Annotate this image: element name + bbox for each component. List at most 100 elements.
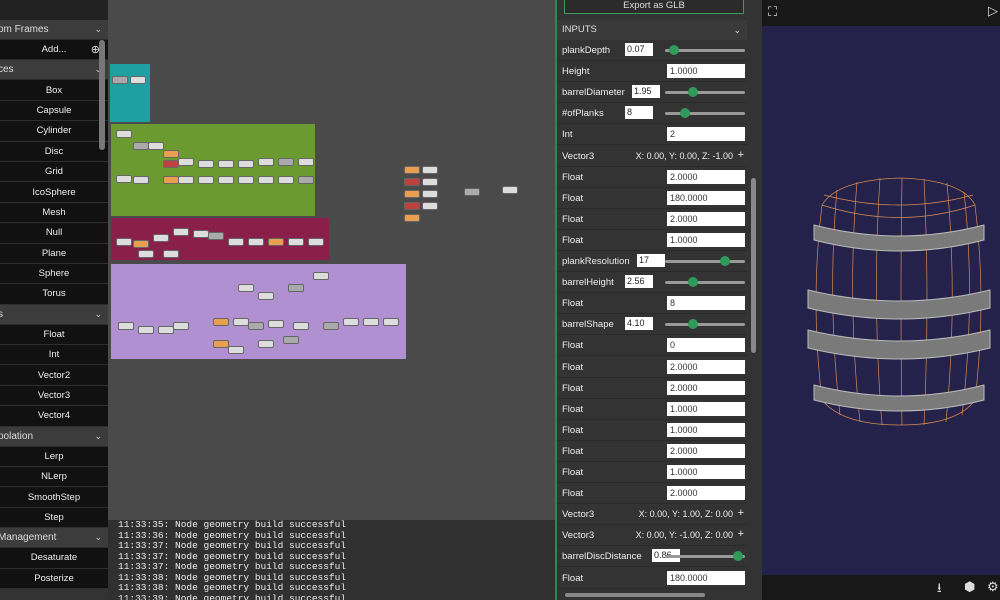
node-graph-canvas[interactable] [108,0,555,520]
expand-plus-icon[interactable]: + [738,528,744,540]
sidebar-scrollbar[interactable] [99,40,105,150]
sidebar-item[interactable]: Plane [0,243,108,264]
chevron-down-icon[interactable]: ⌄ [94,309,102,320]
sidebar-item[interactable]: Vector2 [0,365,108,386]
graph-node[interactable] [422,202,438,210]
graph-node[interactable] [278,158,294,166]
inputs-header[interactable]: INPUTS ⌄ [557,20,747,40]
sidebar-section-header[interactable]: polation ⌄ [0,426,108,447]
slider-thumb[interactable] [680,108,691,119]
graph-node[interactable] [208,232,224,240]
graph-node[interactable] [116,130,132,138]
3d-preview-viewport[interactable]: ⛶ ▷ ⭳ ⬢ ⚙ [762,0,1000,600]
graph-node[interactable] [422,166,438,174]
graph-node[interactable] [163,150,179,158]
value-input[interactable]: 2.0000 [667,211,745,226]
graph-node[interactable] [238,284,254,292]
graph-node[interactable] [278,176,294,184]
value-input[interactable]: 180.0000 [667,190,745,205]
graph-node[interactable] [288,238,304,246]
slider-value-input[interactable]: 2.56 [625,275,653,289]
graph-node[interactable] [383,318,399,326]
graph-node[interactable] [464,188,480,196]
slider-value-input[interactable]: 8 [625,106,653,120]
value-input[interactable]: 180.0000 [667,570,745,585]
graph-node[interactable] [323,322,339,330]
graph-node[interactable] [404,202,420,210]
graph-node[interactable] [228,346,244,354]
graph-node[interactable] [248,322,264,330]
settings-icon[interactable]: ⚙ [987,579,999,595]
sidebar-item[interactable]: Torus [0,284,108,305]
sidebar-item[interactable]: Desaturate [0,548,108,569]
slider-thumb[interactable] [719,256,730,266]
graph-node[interactable] [258,340,274,348]
graph-node[interactable] [233,318,249,326]
sidebar-item[interactable]: Capsule [0,100,108,122]
frame-green[interactable] [111,124,315,216]
value-input[interactable]: 2.0000 [667,380,745,395]
sidebar-item[interactable]: Add... ⊕ [0,40,108,61]
sidebar-item[interactable]: Float [0,324,108,346]
sidebar-item[interactable]: IcoSphere [0,182,108,203]
graph-node[interactable] [218,176,234,184]
slider-thumb[interactable] [732,551,743,562]
graph-node[interactable] [293,322,309,330]
graph-node[interactable] [404,214,420,222]
graph-node[interactable] [213,340,229,348]
sidebar-item[interactable]: NLerp [0,467,108,488]
slider-track[interactable] [665,323,745,327]
sidebar-item[interactable]: Cylinder [0,121,108,142]
slider-thumb[interactable] [668,45,679,55]
slider-track[interactable] [665,112,745,116]
graph-node[interactable] [422,178,438,186]
sidebar-item[interactable]: Vector3 [0,385,108,407]
graph-node[interactable] [283,336,299,344]
sidebar-item[interactable]: Null [0,223,108,244]
graph-node[interactable] [163,176,179,184]
graph-node[interactable] [173,228,189,236]
expand-plus-icon[interactable]: + [738,507,744,519]
graph-node[interactable] [248,238,264,246]
graph-node[interactable] [198,176,214,184]
graph-node[interactable] [163,250,179,258]
graph-node[interactable] [158,326,174,334]
graph-node[interactable] [173,322,189,330]
graph-node[interactable] [268,320,284,328]
graph-node[interactable] [404,178,420,186]
graph-node[interactable] [153,234,169,242]
slider-track[interactable] [665,91,745,95]
value-input[interactable]: 1.0000 [667,401,745,416]
slider-value-input[interactable]: 1.95 [632,85,660,99]
slider-value-input[interactable]: 0.07 [625,43,653,56]
value-input[interactable]: 2 [667,127,745,142]
slider-track[interactable] [665,281,745,285]
graph-node[interactable] [363,318,379,326]
graph-node[interactable] [238,176,254,184]
slider-value-input[interactable]: 17 [637,254,665,267]
value-input[interactable]: 2.0000 [667,486,745,501]
graph-node[interactable] [213,318,229,326]
graph-node[interactable] [133,142,149,150]
graph-node[interactable] [268,238,284,246]
sidebar-item[interactable]: Disc [0,141,108,162]
graph-node[interactable] [138,250,154,258]
value-input[interactable]: 1.0000 [667,465,745,479]
graph-node[interactable] [178,158,194,166]
sidebar-item[interactable]: Lerp [0,446,108,468]
expand-plus-icon[interactable]: + [738,149,744,161]
graph-node[interactable] [116,238,132,246]
graph-node[interactable] [258,176,274,184]
sidebar-item[interactable]: Sphere [0,263,108,285]
sidebar-section-header[interactable]: Management ⌄ [0,528,108,549]
graph-node[interactable] [112,76,128,84]
inputs-scrollbar[interactable] [751,178,756,353]
slider-value-input[interactable]: 4.10 [625,317,653,331]
sidebar-item[interactable]: Step [0,507,108,529]
inputs-hscrollbar[interactable] [565,593,705,597]
graph-node[interactable] [298,176,314,184]
graph-node[interactable] [258,292,274,300]
graph-node[interactable] [502,186,518,194]
graph-node[interactable] [116,175,132,183]
value-input[interactable]: 0 [667,338,745,353]
